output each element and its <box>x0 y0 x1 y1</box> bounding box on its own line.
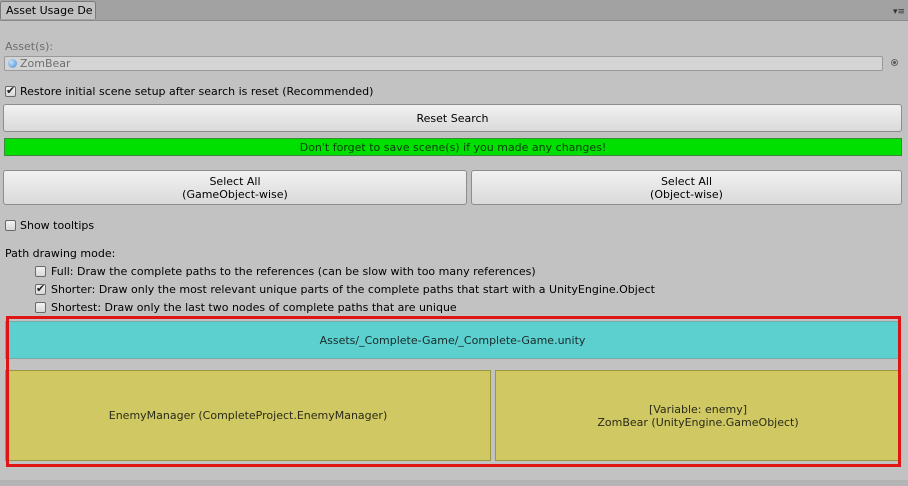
path-mode-label: Path drawing mode: <box>5 247 116 260</box>
zombear-node-label: ZomBear (UnityEngine.GameObject) <box>597 415 799 429</box>
path-mode-shorter-checkbox[interactable] <box>35 282 46 295</box>
scene-path-header[interactable]: Assets/_Complete-Game/_Complete-Game.uni… <box>5 321 900 359</box>
scene-path-label: Assets/_Complete-Game/_Complete-Game.uni… <box>319 333 586 347</box>
select-all-gameobject-button[interactable]: Select All (GameObject-wise) <box>3 170 467 205</box>
asset-object-field[interactable]: ZomBear <box>4 56 883 71</box>
object-picker-icon[interactable] <box>891 59 898 66</box>
save-reminder-text: Don't forget to save scene(s) if you mad… <box>299 140 607 154</box>
select-all-object-line2: (Object-wise) <box>650 187 723 201</box>
path-mode-full-label: Full: Draw the complete paths to the ref… <box>51 265 536 278</box>
menu-icon[interactable]: ▾≡ <box>893 8 905 17</box>
assets-label: Asset(s): <box>5 40 54 53</box>
save-reminder-banner: Don't forget to save scene(s) if you mad… <box>4 138 902 156</box>
bottom-divider <box>0 480 908 486</box>
reference-node-enemy-manager[interactable]: EnemyManager (CompleteProject.EnemyManag… <box>5 370 491 461</box>
reset-search-button[interactable]: Reset Search <box>3 104 902 132</box>
window-tab-label: Asset Usage De <box>6 4 93 17</box>
select-all-object-button[interactable]: Select All (Object-wise) <box>471 170 902 205</box>
path-mode-shorter-label: Shorter: Draw only the most relevant uni… <box>51 283 655 296</box>
tab-strip: Asset Usage De ▾≡ <box>0 0 908 21</box>
path-mode-shortest-label: Shortest: Draw only the last two nodes o… <box>51 301 457 314</box>
restore-scene-checkbox[interactable] <box>5 84 16 97</box>
restore-scene-label: Restore initial scene setup after search… <box>20 85 374 98</box>
reset-search-label: Reset Search <box>416 111 489 125</box>
show-tooltips-checkbox[interactable] <box>5 220 16 231</box>
show-tooltips-label: Show tooltips <box>20 219 95 232</box>
path-mode-full-checkbox[interactable] <box>35 266 46 277</box>
gameobject-icon <box>8 59 17 68</box>
select-all-object-line1: Select All <box>660 174 713 188</box>
asset-field-value: ZomBear <box>20 57 71 70</box>
reference-node-zombear[interactable]: [Variable: enemy] ZomBear (UnityEngine.G… <box>495 370 901 461</box>
window-tab[interactable]: Asset Usage De <box>0 1 96 19</box>
select-all-gameobject-line2: (GameObject-wise) <box>182 187 288 201</box>
select-all-gameobject-line1: Select All <box>209 174 261 188</box>
zombear-variable-label: [Variable: enemy] <box>648 402 748 416</box>
path-mode-shortest-checkbox[interactable] <box>35 302 46 313</box>
enemy-manager-node-label: EnemyManager (CompleteProject.EnemyManag… <box>108 409 388 422</box>
